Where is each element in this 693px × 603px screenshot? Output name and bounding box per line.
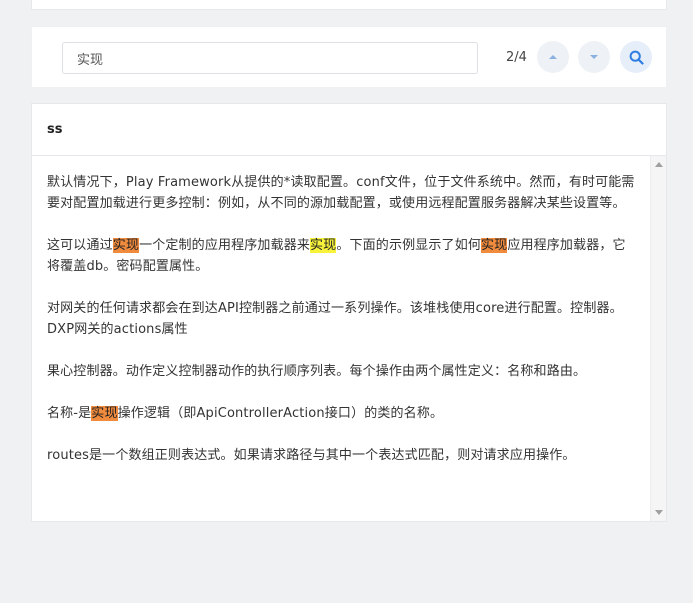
paragraph-text: 默认情况下，Play Framework从提供的*读取配置。conf文件，位于文… [47, 175, 635, 211]
document-paragraph: 默认情况下，Play Framework从提供的*读取配置。conf文件，位于文… [47, 172, 637, 214]
document-paragraph: 果心控制器。动作定义控制器动作的执行顺序列表。每个操作由两个属性定义：名称和路由… [47, 361, 637, 382]
document-panel: ss 默认情况下，Play Framework从提供的*读取配置。conf文件，… [31, 103, 667, 522]
paragraph-text: 操作逻辑（即ApiControllerAction接口）的类的名称。 [117, 406, 444, 421]
search-match-highlight: 实现 [481, 238, 508, 253]
next-match-button[interactable] [578, 41, 610, 73]
search-match-highlight: 实现 [112, 238, 140, 253]
scroll-down-arrow-icon[interactable] [655, 510, 663, 515]
document-paragraph: 这可以通过实现一个定制的应用程序加载器来实现。下面的示例显示了如何实现应用程序加… [47, 235, 637, 277]
document-body[interactable]: 默认情况下，Play Framework从提供的*读取配置。conf文件，位于文… [32, 156, 651, 521]
document-paragraph: routes是一个数组正则表达式。如果请求路径与其中一个表达式匹配，则对请求应用… [47, 445, 637, 466]
scroll-up-arrow-icon[interactable] [655, 162, 663, 167]
match-counter: 2/4 [506, 50, 527, 65]
paragraph-text: 名称-是 [47, 406, 92, 421]
search-input[interactable] [62, 42, 478, 74]
document-paragraph: 对网关的任何请求都会在到达API控制器之前通过一系列操作。该堆栈使用core进行… [47, 298, 637, 340]
document-title: ss [32, 104, 666, 156]
active-search-match-highlight: 实现 [310, 238, 337, 253]
search-button[interactable] [620, 41, 652, 73]
search-toolbar: 2/4 [31, 26, 667, 88]
paragraph-text: 果心控制器。动作定义控制器动作的执行顺序列表。每个操作由两个属性定义：名称和路由… [47, 364, 587, 379]
paragraph-text: routes是一个数组正则表达式。如果请求路径与其中一个表达式匹配，则对请求应用… [47, 448, 576, 463]
search-icon [629, 50, 644, 65]
paragraph-text: 这可以通过 [47, 238, 113, 253]
chevron-up-icon [549, 55, 557, 59]
search-match-highlight: 实现 [91, 406, 118, 421]
paragraph-text: 对网关的任何请求都会在到达API控制器之前通过一系列操作。该堆栈使用core进行… [47, 301, 623, 337]
vertical-scrollbar[interactable] [650, 156, 666, 521]
chevron-down-icon [590, 55, 598, 59]
previous-panel-edge [31, 0, 667, 10]
document-paragraph: 名称-是实现操作逻辑（即ApiControllerAction接口）的类的名称。 [47, 403, 637, 424]
previous-match-button[interactable] [537, 41, 569, 73]
paragraph-text: 。下面的示例显示了如何 [336, 238, 481, 253]
paragraph-text: 一个定制的应用程序加载器来 [139, 238, 311, 253]
